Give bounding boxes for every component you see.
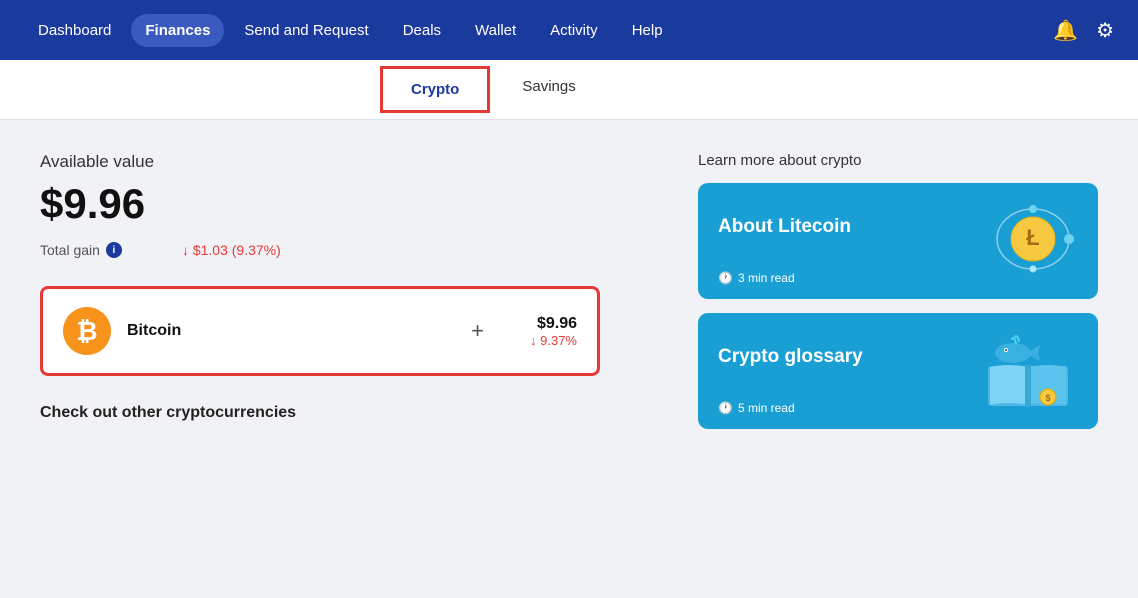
crypto-usd: $9.96 <box>530 315 577 333</box>
learn-title: Learn more about crypto <box>698 152 1098 169</box>
glossary-card-title: Crypto glossary <box>718 346 863 368</box>
nav-activity[interactable]: Activity <box>536 14 612 47</box>
total-gain-label: Total gain i <box>40 242 122 258</box>
litecoin-read-time: 🕐 3 min read <box>718 271 795 285</box>
available-value: $9.96 <box>40 180 658 228</box>
litecoin-card-title: About Litecoin <box>718 216 851 238</box>
crypto-values: $9.96 ↓ 9.37% <box>530 315 577 348</box>
glossary-read-time: 🕐 5 min read <box>718 401 795 415</box>
available-label: Available value <box>40 152 658 172</box>
total-gain-row: Total gain i ↓ $1.03 (9.37%) <box>40 242 658 258</box>
about-litecoin-card[interactable]: About Litecoin 🕐 3 min read Ł <box>698 183 1098 299</box>
crypto-name: Bitcoin <box>127 322 425 340</box>
tabs-bar: Crypto Savings <box>0 60 1138 120</box>
nav-send-request[interactable]: Send and Request <box>230 14 382 47</box>
clock-icon: 🕐 <box>718 271 733 285</box>
crypto-pct: ↓ 9.37% <box>530 333 577 348</box>
left-panel: Available value $9.96 Total gain i ↓ $1.… <box>40 152 658 443</box>
nav-finances[interactable]: Finances <box>131 14 224 47</box>
nav-wallet[interactable]: Wallet <box>461 14 530 47</box>
nav-items: Dashboard Finances Send and Request Deal… <box>24 14 1053 47</box>
tab-savings[interactable]: Savings <box>490 60 607 119</box>
crypto-glossary-card[interactable]: Crypto glossary 🕐 5 min read <box>698 313 1098 429</box>
card-left-2: Crypto glossary 🕐 5 min read <box>718 346 863 396</box>
main-content: Available value $9.96 Total gain i ↓ $1.… <box>0 120 1138 463</box>
svg-text:Ł: Ł <box>1026 225 1039 250</box>
glossary-illustration: $ <box>978 331 1078 411</box>
svg-text:$: $ <box>1045 393 1050 403</box>
nav-dashboard[interactable]: Dashboard <box>24 14 125 47</box>
nav-icons: 🔔 ⚙ <box>1053 18 1114 43</box>
card-left: About Litecoin 🕐 3 min read <box>718 216 851 266</box>
gear-icon[interactable]: ⚙ <box>1096 18 1114 43</box>
tab-crypto[interactable]: Crypto <box>380 66 490 113</box>
info-icon[interactable]: i <box>106 242 122 258</box>
check-other-label: Check out other cryptocurrencies <box>40 404 658 422</box>
nav-help[interactable]: Help <box>618 14 677 47</box>
total-gain-value: ↓ $1.03 (9.37%) <box>182 242 281 258</box>
right-panel: Learn more about crypto About Litecoin 🕐… <box>698 152 1098 443</box>
bitcoin-icon: ₿ <box>63 307 111 355</box>
add-crypto-button[interactable]: + <box>471 318 484 344</box>
clock-icon-2: 🕐 <box>718 401 733 415</box>
navbar: Dashboard Finances Send and Request Deal… <box>0 0 1138 60</box>
bitcoin-card[interactable]: ₿ Bitcoin + $9.96 ↓ 9.37% <box>40 286 600 376</box>
nav-deals[interactable]: Deals <box>389 14 455 47</box>
bell-icon[interactable]: 🔔 <box>1053 18 1078 43</box>
litecoin-illustration: Ł <box>978 201 1078 281</box>
